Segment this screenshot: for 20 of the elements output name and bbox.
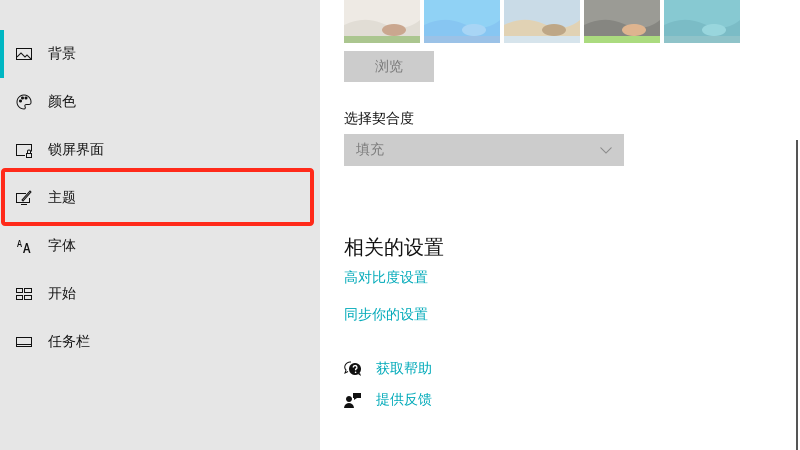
help-icon: [344, 361, 362, 377]
sidebar-item[interactable]: 颜色: [0, 78, 320, 126]
chevron-down-icon: [600, 146, 612, 154]
lock-icon: [16, 142, 32, 158]
palette-icon: [16, 94, 32, 110]
grid-icon: [16, 286, 32, 302]
scrollbar[interactable]: [796, 140, 798, 450]
sidebar-item[interactable]: 字体: [0, 222, 320, 270]
sidebar-item[interactable]: 锁屏界面: [0, 126, 320, 174]
font-icon: [16, 238, 32, 254]
section-heading: 相关的设置: [344, 234, 445, 261]
feedback-icon: [344, 392, 362, 408]
sidebar-item[interactable]: 背景: [0, 30, 320, 78]
taskbar-icon: [16, 334, 32, 350]
fit-label: 选择契合度: [344, 110, 415, 128]
brush-icon: [16, 190, 32, 206]
sidebar-item[interactable]: 主题: [0, 174, 320, 222]
sidebar-item[interactable]: 任务栏: [0, 318, 320, 366]
picture-icon: [16, 46, 32, 62]
sidebar-item[interactable]: 开始: [0, 270, 320, 318]
